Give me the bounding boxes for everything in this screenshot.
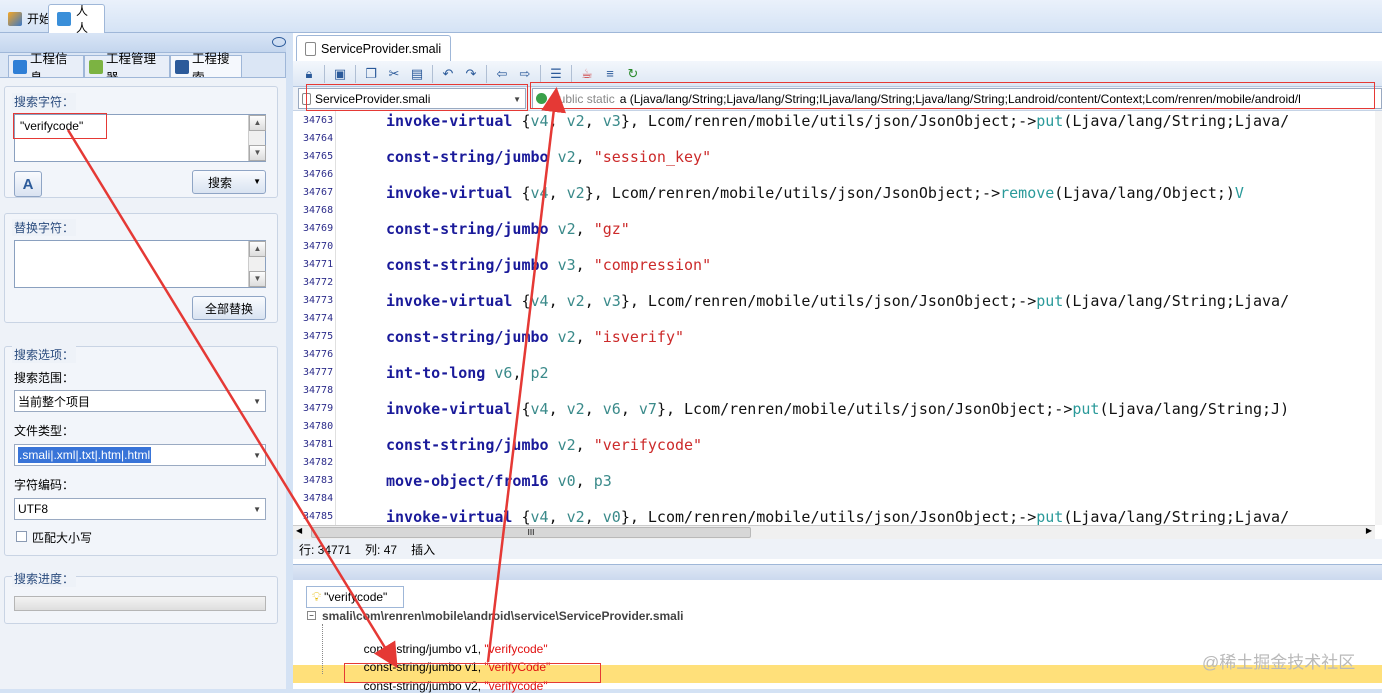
arrow-result-to-method [486, 87, 567, 663]
annotation-arrows [66, 87, 567, 669]
arrow-search-to-result [66, 129, 398, 669]
